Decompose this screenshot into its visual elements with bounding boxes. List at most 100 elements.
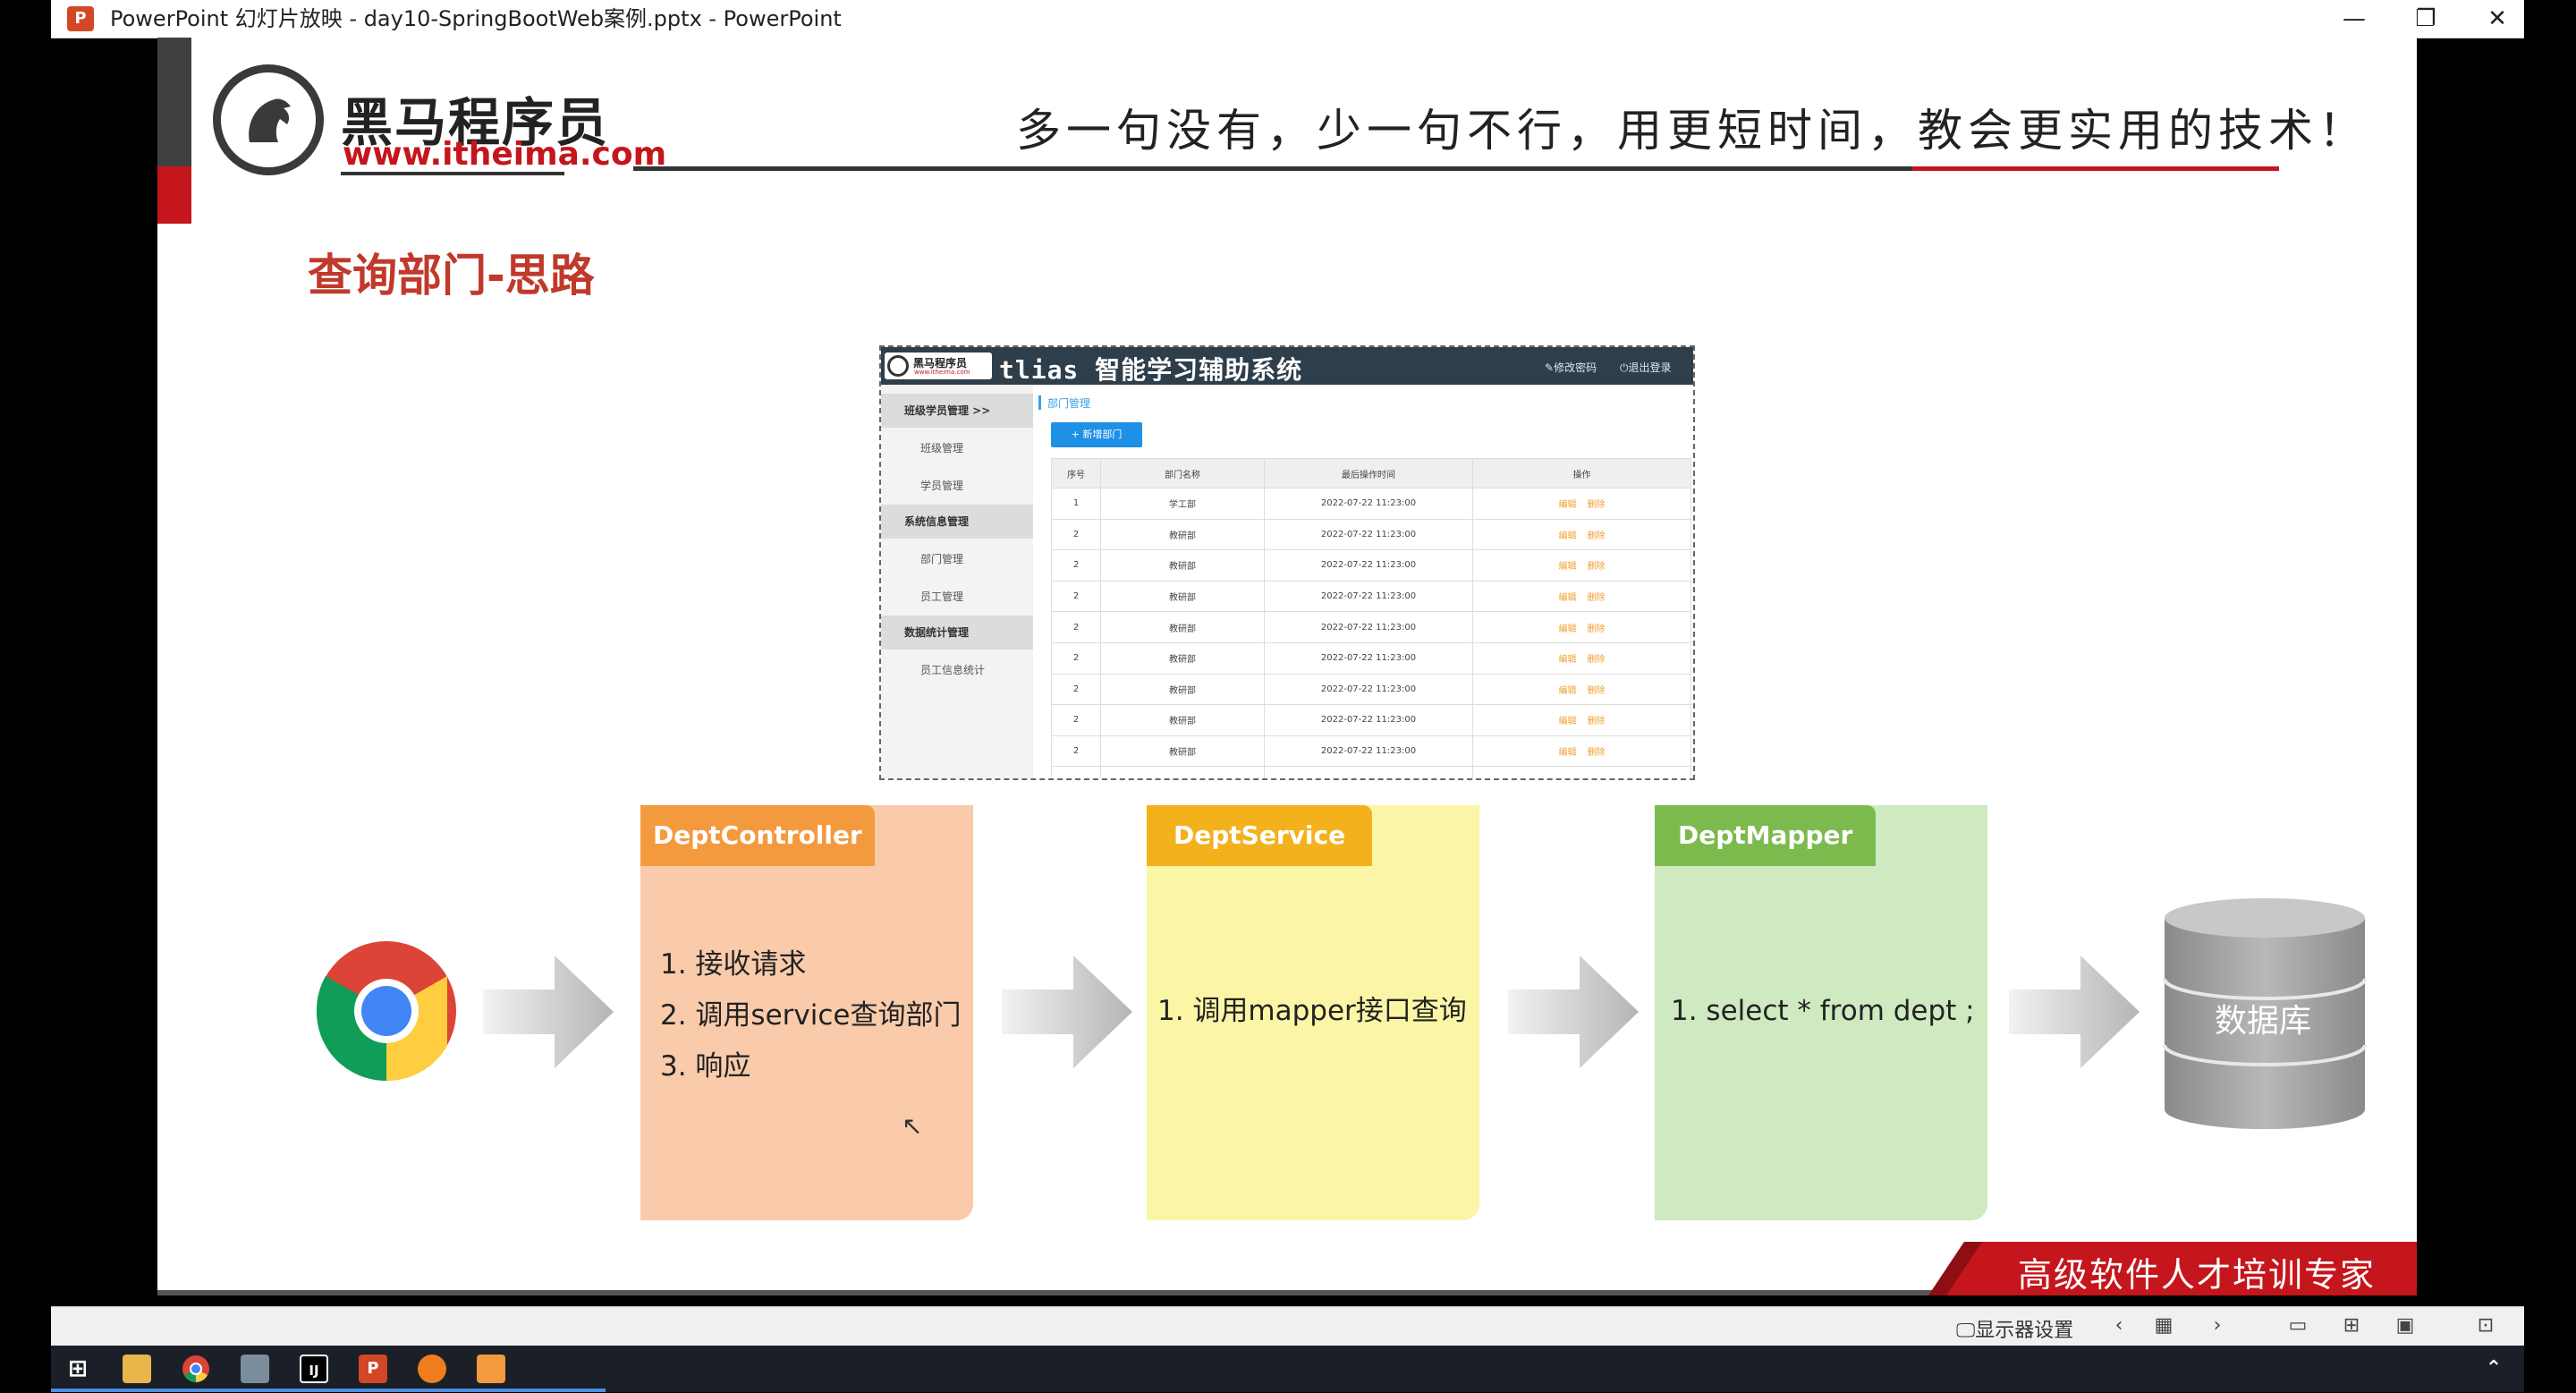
mock-breadcrumb: 部门管理 xyxy=(1047,397,1091,410)
slogan-text: 多一句没有，少一句不行，用更短时间，教会更实用的技术！ xyxy=(1016,105,2368,157)
mock-cell-time: 2022-07-22 11:23:00 xyxy=(1264,641,1473,675)
mock-table-row: 2教研部2022-07-22 11:23:00编辑删除 xyxy=(1051,673,1691,706)
dept-mapper-title: DeptMapper xyxy=(1655,805,1877,866)
slide-grid-icon[interactable]: ▦ xyxy=(2153,1316,2174,1336)
header-rule-dark xyxy=(633,166,1912,171)
slide-sorter-icon[interactable]: ⊞ xyxy=(2341,1316,2362,1336)
mock-cell-ops: 编辑删除 xyxy=(1472,518,1691,551)
mock-col-time: 最后操作时间 xyxy=(1264,458,1473,488)
mock-cell-time: 2022-07-22 11:23:00 xyxy=(1264,580,1473,613)
slide-heading: 查询部门-思路 xyxy=(308,250,595,302)
arrow-right-icon xyxy=(1002,956,1132,1068)
mock-table-row: 2教研部2022-07-22 11:23:00编辑删除 xyxy=(1051,518,1691,551)
mock-cell-index: 2 xyxy=(1051,549,1101,582)
mock-app-title: tlias 智能学习辅助系统 xyxy=(999,355,1303,385)
mock-cell-name: 学工部 xyxy=(1100,488,1265,520)
horse-icon xyxy=(249,98,291,142)
arrow-right-icon xyxy=(2009,956,2140,1068)
display-settings-button[interactable]: 🖵显示器设置 xyxy=(1956,1314,2073,1343)
mock-col-name: 部门名称 xyxy=(1100,458,1265,488)
chrome-taskbar-icon[interactable] xyxy=(182,1355,210,1383)
mock-cell-time: 2022-07-22 11:23:00 xyxy=(1264,518,1473,551)
mock-cell-time: 2022-07-22 11:23:00 xyxy=(1264,766,1473,778)
orange-app-icon[interactable] xyxy=(418,1355,446,1383)
service-step-1: 1. 调用mapper接口查询 xyxy=(1157,995,1467,1027)
restore-button[interactable]: ❐ xyxy=(2390,0,2462,38)
previous-slide-icon[interactable]: ‹ xyxy=(2108,1316,2130,1336)
mock-table-row: 2教研部2022-07-22 11:23:00编辑删除 xyxy=(1051,704,1691,736)
mock-cell-index: 2 xyxy=(1051,735,1101,768)
mock-dept-table: 序号 部门名称 最后操作时间 操作 1 学工部 2022-07-22 11:23:0… xyxy=(1051,458,1691,780)
mock-logout-link: ⏻退出登录 xyxy=(1620,360,1672,375)
next-slide-icon[interactable]: › xyxy=(2207,1316,2228,1336)
mock-cell-ops: 编辑删除 xyxy=(1472,766,1691,780)
mock-cell-ops: 编辑删除 xyxy=(1472,641,1691,675)
mock-table-row: 2教研部2022-07-22 11:23:00编辑删除 xyxy=(1051,766,1691,780)
minimize-button[interactable]: — xyxy=(2318,0,2390,38)
taskbar-active-indicator xyxy=(51,1389,606,1392)
display-settings-label: 显示器设置 xyxy=(1975,1320,2074,1342)
orange-app-2-icon[interactable] xyxy=(477,1355,505,1383)
mock-delete-link: 删除 xyxy=(1588,779,1606,780)
monitor-icon: 🖵 xyxy=(1956,1320,1976,1342)
itheima-logo-icon xyxy=(213,64,324,175)
mock-table-row: 2教研部2022-07-22 11:23:00编辑删除 xyxy=(1051,549,1691,582)
mock-cell-name: 教研部 xyxy=(1100,673,1265,706)
slideshow-view-icon[interactable]: ⊡ xyxy=(2475,1316,2496,1336)
mock-change-password-link: ✎修改密码 xyxy=(1545,360,1597,375)
file-explorer-icon[interactable] xyxy=(123,1355,151,1383)
mouse-pointer-icon: ↖ xyxy=(902,1111,923,1141)
controller-step-3: 3. 响应 xyxy=(660,1050,751,1083)
windows-start-icon[interactable]: ⊞ xyxy=(64,1355,92,1383)
mock-edit-link: 编辑 xyxy=(1558,531,1577,541)
edit-icon: ✎ xyxy=(1545,361,1555,374)
close-button[interactable]: ✕ xyxy=(2462,0,2533,38)
mock-cell-name: 教研部 xyxy=(1100,766,1265,778)
powerpoint-taskbar-icon[interactable]: P xyxy=(359,1355,387,1383)
mock-table-row: 2教研部2022-07-22 11:23:00编辑删除 xyxy=(1051,611,1691,643)
mock-logout-label: 退出登录 xyxy=(1628,361,1672,374)
mock-cell-ops: 编辑删除 xyxy=(1472,735,1691,768)
header-rule-red xyxy=(1912,166,2279,171)
mock-table-row: 2教研部2022-07-22 11:23:00编辑删除 xyxy=(1051,641,1691,675)
mock-sidebar-group-class: 班级学员管理 >> xyxy=(881,394,1033,428)
mock-sidebar-group-stats: 数据统计管理 xyxy=(881,616,1033,650)
mock-cell-name: 教研部 xyxy=(1100,735,1265,768)
reading-view-icon[interactable]: ▣ xyxy=(2394,1316,2416,1336)
chevron-up-icon[interactable]: ⌃ xyxy=(2479,1355,2508,1383)
intellij-icon[interactable]: IJ xyxy=(300,1355,328,1383)
bird-app-icon[interactable] xyxy=(241,1355,269,1383)
mock-cell-index: 2 xyxy=(1051,766,1101,778)
dept-controller-card: DeptController 1. 接收请求 2. 调用service查询部门 … xyxy=(640,805,973,1220)
mock-cell-name: 教研部 xyxy=(1100,518,1265,551)
mock-cell-index: 2 xyxy=(1051,673,1101,706)
mock-cell-ops: 编辑删除 xyxy=(1472,611,1691,643)
mock-sidebar-item-dept: 部门管理 xyxy=(920,553,964,565)
mock-delete-link: 删除 xyxy=(1587,500,1606,511)
slide-canvas[interactable]: 黑马程序员 www.itheima.com 多一句没有，少一句不行，用更短时间，… xyxy=(157,38,2417,1295)
mock-top-bar: 黑马程序员 www.itheima.com tlias 智能学习辅助系统 ✎修改… xyxy=(881,347,1693,385)
mock-delete-link: 删除 xyxy=(1587,624,1606,634)
windows-taskbar: ⊞ IJ P ⌃ xyxy=(51,1346,2524,1392)
normal-view-icon[interactable]: ▭ xyxy=(2287,1316,2309,1336)
mock-breadcrumb-marker xyxy=(1038,395,1041,410)
mock-table-header-row: 序号 部门名称 最后操作时间 操作 xyxy=(1051,458,1691,488)
mock-cell-name: 教研部 xyxy=(1100,704,1265,736)
mock-change-password-label: 修改密码 xyxy=(1554,361,1597,374)
mock-cell-time: 2022-07-22 11:23:00 xyxy=(1264,704,1473,736)
mock-add-dept-button: + 新增部门 xyxy=(1051,422,1142,447)
mock-cell-name: 教研部 xyxy=(1100,549,1265,582)
mock-cell-name: 教研部 xyxy=(1100,611,1265,643)
mock-edit-link: 编辑 xyxy=(1558,685,1577,696)
mock-edit-link: 编辑 xyxy=(1558,655,1577,666)
slideshow-status-bar: 🖵显示器设置 ‹ ▦ › ▭ ⊞ ▣ ⊡ xyxy=(51,1306,2524,1346)
mock-edit-link: 编辑 xyxy=(1558,624,1577,634)
brand-bar-red xyxy=(157,166,191,224)
mock-table-row: 2教研部2022-07-22 11:23:00编辑删除 xyxy=(1051,580,1691,613)
footer-slogan: 高级软件人才培训专家 xyxy=(2018,1255,2377,1295)
mock-sidebar-item-class: 班级管理 xyxy=(920,442,964,454)
mock-cell-name: 教研部 xyxy=(1100,641,1265,675)
mock-delete-link: 删除 xyxy=(1587,717,1606,727)
mock-sidebar-item-emp: 员工管理 xyxy=(920,590,964,603)
mock-cell-index: 2 xyxy=(1051,704,1101,736)
